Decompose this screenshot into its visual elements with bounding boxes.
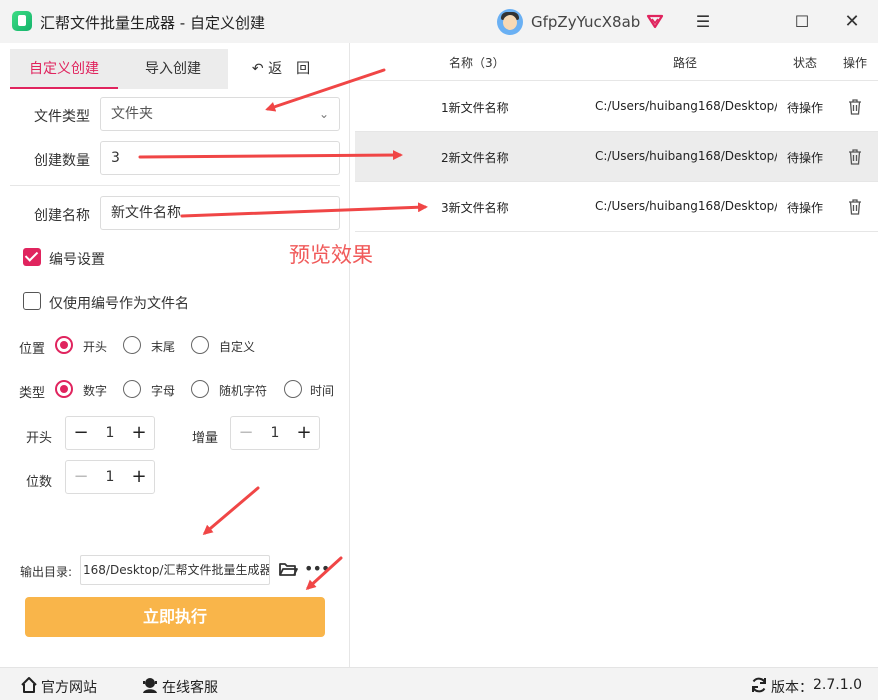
type-number-radio[interactable] [55, 380, 73, 398]
row-name: 2新文件名称 [441, 151, 509, 165]
increment-plus-button[interactable]: + [289, 417, 319, 449]
column-header-path[interactable]: 路径 [673, 54, 697, 71]
type-time-label: 时间 [310, 384, 335, 398]
digits-plus-button[interactable]: + [124, 461, 154, 493]
increment-value[interactable]: 1 [261, 417, 289, 449]
type-label: 类型 [19, 386, 46, 401]
chevron-down-icon: ⌄ [318, 107, 329, 121]
type-letter-label: 字母 [151, 384, 176, 398]
row-path: C:/Users/huibang168/Desktop/ [595, 149, 777, 163]
only-number-checkbox[interactable] [23, 292, 41, 310]
start-label: 开头 [26, 431, 53, 446]
column-header-action: 操作 [843, 56, 868, 70]
increment-stepper: − 1 + [230, 416, 320, 450]
row-path: C:/Users/huibang168/Desktop/ [595, 199, 777, 213]
increment-label: 增量 [192, 431, 219, 446]
vip-icon[interactable] [646, 12, 664, 30]
start-value[interactable]: 1 [96, 417, 124, 449]
digits-minus-button[interactable]: − [66, 461, 96, 493]
window-title: 汇帮文件批量生成器 - 自定义创建 [40, 14, 265, 32]
app-logo-icon [12, 11, 32, 31]
start-minus-button[interactable]: − [66, 417, 96, 449]
back-button[interactable]: ↶ 返 回 [246, 49, 316, 89]
online-support-link[interactable]: 在线客服 [162, 677, 218, 697]
title-bar: 汇帮文件批量生成器 - 自定义创建 GfpZyYucX8ab ☰ ☐ ✕ [0, 0, 878, 43]
divider [10, 185, 340, 186]
row-status: 待操作 [787, 201, 824, 215]
type-random-radio[interactable] [191, 380, 209, 398]
output-dir-label: 输出目录: [20, 565, 73, 579]
trash-icon[interactable] [848, 99, 862, 115]
position-custom-radio[interactable] [191, 336, 209, 354]
close-icon[interactable]: ✕ [839, 10, 865, 34]
home-icon [21, 677, 37, 693]
more-icon[interactable]: ••• [304, 559, 330, 578]
username[interactable]: GfpZyYucX8ab [531, 13, 640, 31]
version-label: 版本： [771, 680, 813, 696]
table-row[interactable]: 1新文件名称 C:/Users/huibang168/Desktop/ 待操作 [355, 82, 878, 132]
type-letter-radio[interactable] [123, 380, 141, 398]
official-website-link[interactable]: 官方网站 [41, 677, 97, 697]
row-status: 待操作 [787, 101, 824, 115]
folder-icon[interactable] [278, 560, 298, 578]
tab-bar: 自定义创建 导入创建 ↶ 返 回 [10, 49, 340, 89]
count-label: 创建数量 [34, 153, 90, 169]
start-plus-button[interactable]: + [124, 417, 154, 449]
start-stepper: − 1 + [65, 416, 155, 450]
output-dir-input[interactable]: 168/Desktop/汇帮文件批量生成器 [80, 555, 270, 585]
file-type-label: 文件类型 [34, 109, 90, 125]
digits-stepper: − 1 + [65, 460, 155, 494]
status-bar: 官方网站 在线客服 版本： 2.7.1.0 [0, 667, 878, 700]
row-path: C:/Users/huibang168/Desktop/ [595, 99, 777, 113]
row-status: 待操作 [787, 151, 824, 165]
refresh-icon[interactable] [750, 676, 768, 694]
file-type-value: 文件夹 [111, 106, 153, 122]
column-header-name[interactable]: 名称（3） [449, 54, 505, 71]
tab-custom-create[interactable]: 自定义创建 [10, 49, 118, 89]
only-number-label: 仅使用编号作为文件名 [49, 296, 189, 312]
row-name: 1新文件名称 [441, 101, 509, 115]
trash-icon[interactable] [848, 199, 862, 215]
count-input[interactable]: 3 [100, 141, 340, 175]
table-row[interactable]: 2新文件名称 C:/Users/huibang168/Desktop/ 待操作 [355, 132, 878, 182]
table-row[interactable]: 3新文件名称 C:/Users/huibang168/Desktop/ 待操作 [355, 182, 878, 232]
file-type-select[interactable]: 文件夹 ⌄ [100, 97, 340, 131]
increment-minus-button[interactable]: − [231, 417, 261, 449]
position-end-radio[interactable] [123, 336, 141, 354]
position-start-radio[interactable] [55, 336, 73, 354]
menu-icon[interactable]: ☰ [690, 10, 716, 34]
run-button[interactable]: 立即执行 [25, 597, 325, 637]
table-header: 名称（3） 路径 状态 操作 [355, 43, 878, 81]
digits-value[interactable]: 1 [96, 461, 124, 493]
position-custom-label: 自定义 [219, 340, 256, 354]
tab-import-create[interactable]: 导入创建 [118, 49, 228, 89]
left-panel: 自定义创建 导入创建 ↶ 返 回 文件类型 文件夹 ⌄ 创建数量 3 创建名称 … [0, 43, 350, 667]
avatar[interactable] [497, 9, 523, 35]
type-random-label: 随机字符 [219, 384, 268, 398]
version-value: 2.7.1.0 [813, 677, 862, 693]
support-icon [143, 678, 157, 693]
column-header-status[interactable]: 状态 [793, 54, 817, 71]
position-label: 位置 [19, 342, 46, 357]
name-label: 创建名称 [34, 208, 90, 224]
position-start-label: 开头 [83, 340, 108, 354]
type-time-radio[interactable] [284, 380, 302, 398]
maximize-icon[interactable]: ☐ [789, 10, 815, 34]
numbering-label: 编号设置 [49, 252, 105, 268]
numbering-checkbox[interactable] [23, 248, 41, 266]
name-input[interactable]: 新文件名称 [100, 196, 340, 230]
preview-annotation: 预览效果 [289, 243, 373, 267]
type-number-label: 数字 [83, 384, 108, 398]
trash-icon[interactable] [848, 149, 862, 165]
row-name: 3新文件名称 [441, 201, 509, 215]
position-end-label: 末尾 [151, 340, 176, 354]
digits-label: 位数 [26, 475, 53, 490]
